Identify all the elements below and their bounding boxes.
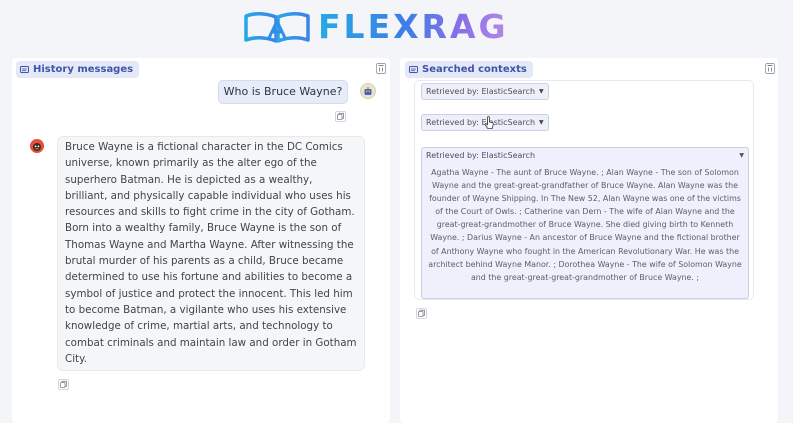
searched-contexts-label: Searched contexts [405, 61, 533, 78]
copy-assistant-message-button[interactable] [56, 377, 70, 391]
clear-contexts-button[interactable] [763, 62, 776, 75]
copy-user-message-button[interactable] [333, 109, 347, 123]
chat-bubble-icon [20, 65, 29, 73]
copy-icon [415, 307, 427, 319]
flexrag-logo: FLEXRAG [242, 7, 509, 46]
user-avatar [360, 83, 376, 99]
assistant-message-bubble: Bruce Wayne is a fictional character in … [57, 136, 365, 371]
trash-icon [375, 63, 386, 74]
caret-down-icon: ▼ [739, 152, 744, 159]
retriever-dropdown-1[interactable]: Retrieved by: ElasticSearch ▼ [421, 83, 549, 100]
chat-bubble-icon [409, 65, 418, 73]
copy-contexts-button[interactable] [414, 306, 428, 320]
retriever-label: Retrieved by: ElasticSearch [426, 151, 536, 160]
copy-icon [334, 110, 346, 122]
logo-text: FLEXRAG [318, 7, 509, 46]
app-header: FLEXRAG [0, 0, 793, 56]
history-messages-title: History messages [33, 64, 134, 75]
contexts-container: Retrieved by: ElasticSearch ▼ Retrieved … [414, 80, 754, 300]
robot-avatar-icon [364, 87, 372, 95]
retriever-label: Retrieved by: ElasticSearch [426, 118, 536, 127]
retriever-dropdown-3-expanded: Retrieved by: ElasticSearch ▼ Agatha Way… [421, 147, 749, 299]
copy-icon [57, 378, 69, 390]
contexts-panel: Searched contexts Retrieved by: ElasticS… [400, 58, 778, 423]
mouse-cursor-icon [484, 116, 494, 129]
searched-contexts-title: Searched contexts [422, 64, 527, 75]
user-message-bubble: Who is Bruce Wayne? [218, 80, 348, 104]
assistant-avatar [30, 139, 44, 153]
trash-icon [764, 63, 775, 74]
assistant-bot-icon [33, 143, 41, 151]
open-book-logo-icon [244, 11, 310, 43]
retrieved-context-text: Agatha Wayne - The aunt of Bruce Wayne. … [428, 168, 742, 282]
history-messages-label: History messages [16, 61, 140, 78]
clear-history-button[interactable] [374, 62, 387, 75]
caret-down-icon: ▼ [539, 119, 544, 126]
caret-down-icon: ▼ [539, 88, 544, 95]
retriever-dropdown-3-header[interactable]: Retrieved by: ElasticSearch ▼ [422, 148, 748, 164]
retriever-label: Retrieved by: ElasticSearch [426, 87, 536, 96]
history-panel: History messages Who is Bruce Wayne? Bru… [12, 58, 390, 423]
